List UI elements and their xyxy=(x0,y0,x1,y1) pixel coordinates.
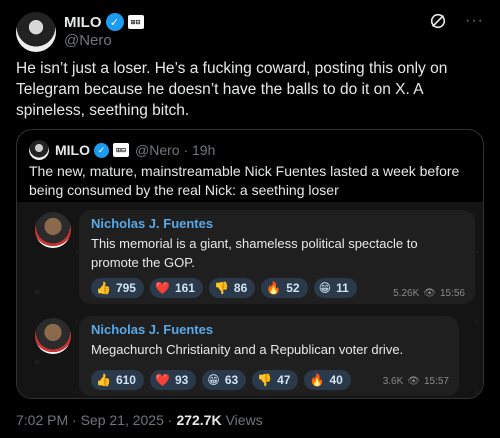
message-time: 15:56 xyxy=(439,288,465,299)
quoted-tweet[interactable]: MILO ✓ ⊞⊟ @Nero · 19h The new, mature, m… xyxy=(16,129,484,399)
heart-icon: ❤️ xyxy=(154,281,170,295)
quoted-tweet-header: MILO ✓ ⊞⊟ @Nero · 19h xyxy=(29,140,215,160)
thumbs-up-icon: 👍 xyxy=(96,373,111,387)
verified-badge-icon: ✓ xyxy=(105,13,124,31)
reaction-count: 93 xyxy=(174,373,189,387)
tweet-footer: 7:02 PM · Sep 21, 2025 · 272.7K Views xyxy=(16,412,263,428)
quoted-author-avatar xyxy=(29,140,49,160)
quoted-tweet-text: The new, mature, mainstreamable Nick Fue… xyxy=(29,163,460,198)
thumbs-down-icon: 👎 xyxy=(213,281,229,295)
telegram-message-text: This memorial is a giant, shameless poli… xyxy=(91,236,418,270)
reaction-thumbs-up: 👍 610 xyxy=(91,370,144,390)
reaction-thumbs-down: 👎 47 xyxy=(252,370,299,390)
reaction-count: 795 xyxy=(115,281,136,295)
reaction-count: 610 xyxy=(115,373,136,387)
reaction-count: 11 xyxy=(336,281,349,295)
reaction-count: 63 xyxy=(224,373,239,387)
telegram-message-meta: 5.26K 👁 15:56 xyxy=(393,288,465,299)
reaction-grin: 😁 11 xyxy=(313,278,357,298)
affiliate-badge-icon[interactable]: ⊞⊟ xyxy=(127,15,144,29)
reaction-thumbs-up: 👍 795 xyxy=(91,278,144,298)
reaction-count: 86 xyxy=(233,281,248,295)
telegram-screenshot-image[interactable]: Nicholas J. Fuentes This memorial is a g… xyxy=(17,202,483,398)
message-time: 15:57 xyxy=(423,376,449,387)
telegram-avatar xyxy=(35,212,71,248)
tweet-timestamp[interactable]: 7:02 PM · Sep 21, 2025 · xyxy=(16,412,172,428)
telegram-reactions: 👍 610 ❤️ 93 😁 63 👎 47 🔥 40 xyxy=(91,370,351,390)
quoted-author-name: MILO xyxy=(55,142,90,158)
reaction-heart: ❤️ 161 xyxy=(149,278,203,298)
eye-icon: 👁 xyxy=(407,376,420,387)
thumbs-down-icon: 👎 xyxy=(257,373,273,387)
quoted-affiliate-badge-icon: ⊞⊟ xyxy=(113,143,129,157)
heart-icon: ❤️ xyxy=(154,373,170,387)
reaction-fire: 🔥 52 xyxy=(261,278,308,298)
telegram-reactions: 👍 795 ❤️ 161 👎 86 🔥 52 😁 11 xyxy=(91,278,357,298)
reaction-count: 161 xyxy=(174,281,195,295)
thumbs-up-icon: 👍 xyxy=(96,281,111,295)
fire-icon: 🔥 xyxy=(266,281,282,295)
quoted-handle-time: @Nero · 19h xyxy=(135,142,216,158)
author-name-row: MILO ✓ ⊞⊟ xyxy=(64,12,144,32)
telegram-avatar xyxy=(35,318,71,354)
view-count: 3.6K xyxy=(382,376,404,387)
author-avatar[interactable] xyxy=(16,12,56,52)
reaction-heart: ❤️ 93 xyxy=(149,370,197,390)
grin-icon: 😁 xyxy=(207,373,220,387)
author-name[interactable]: MILO xyxy=(64,14,102,31)
reaction-fire: 🔥 40 xyxy=(304,370,351,390)
views-count: 272.7K xyxy=(176,412,222,428)
quoted-verified-badge-icon: ✓ xyxy=(94,142,109,158)
telegram-message-author: Nicholas J. Fuentes xyxy=(91,322,214,337)
fire-icon: 🔥 xyxy=(309,373,325,387)
reaction-grin: 😁 63 xyxy=(202,370,247,390)
telegram-message-text: Megachurch Christianity and a Republican… xyxy=(91,342,404,357)
reaction-count: 40 xyxy=(329,373,343,387)
eye-icon: 👁 xyxy=(423,288,436,299)
telegram-message-author: Nicholas J. Fuentes xyxy=(91,216,214,231)
more-options-icon[interactable]: ··· xyxy=(465,12,484,30)
tweet-text: He isn’t just a loser. He’s a fucking co… xyxy=(16,60,448,119)
telegram-message: Nicholas J. Fuentes This memorial is a g… xyxy=(79,210,475,304)
telegram-message-meta: 3.6K 👁 15:57 xyxy=(383,376,449,387)
views-label: Views xyxy=(225,412,263,428)
telegram-message: Nicholas J. Fuentes Megachurch Christian… xyxy=(79,316,459,396)
author-handle[interactable]: @Nero xyxy=(64,32,112,49)
view-count: 5.26K xyxy=(393,288,420,299)
reaction-thumbs-down: 👎 86 xyxy=(208,278,256,298)
reaction-count: 52 xyxy=(286,281,300,295)
grok-icon[interactable] xyxy=(429,12,447,30)
grin-icon: 😁 xyxy=(318,281,332,295)
tweet-top-actions: ··· xyxy=(429,12,484,30)
reaction-count: 47 xyxy=(277,373,291,387)
